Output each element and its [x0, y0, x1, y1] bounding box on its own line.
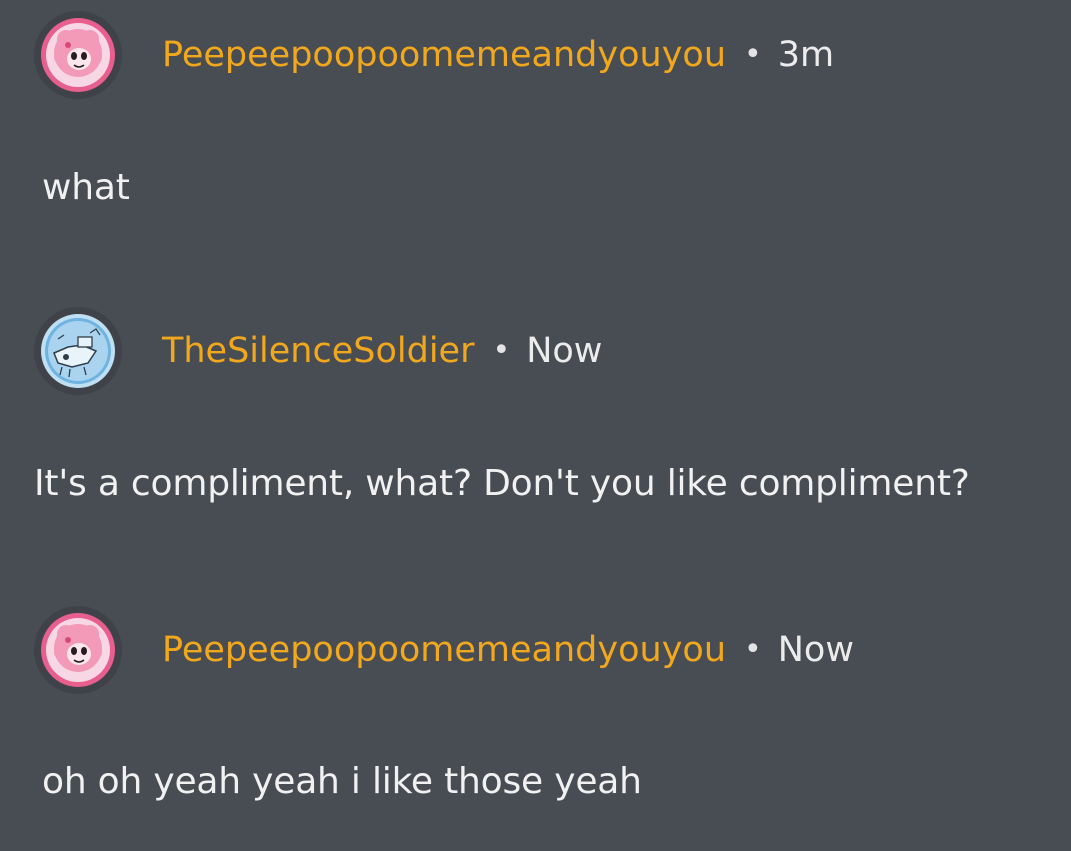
separator-dot: •: [744, 37, 762, 72]
comment-header: TheSilenceSoldier • Now: [34, 306, 602, 396]
comment-meta: Peepeepoopoomemeandyouyou • Now: [162, 629, 854, 671]
comment-text: oh oh yeah yeah i like those yeah: [42, 761, 642, 802]
comment-header: Peepeepoopoomemeandyouyou • Now: [34, 605, 854, 695]
username-link[interactable]: Peepeepoopoomemeandyouyou: [162, 629, 726, 671]
timestamp: Now: [777, 630, 854, 670]
comment-text: what: [42, 167, 130, 208]
timestamp: Now: [526, 331, 603, 371]
pink-character-avatar-icon: [41, 613, 115, 687]
pink-character-avatar-icon: [41, 18, 115, 92]
comment-text: It's a compliment, what? Don't you like …: [34, 463, 970, 504]
comment-header: Peepeepoopoomemeandyouyou • 3m: [34, 10, 834, 100]
separator-dot: •: [744, 632, 762, 667]
username-link[interactable]: TheSilenceSoldier: [162, 330, 474, 372]
timestamp: 3m: [777, 35, 835, 75]
blue-sketch-avatar-icon: [41, 314, 115, 388]
comment-meta: TheSilenceSoldier • Now: [162, 330, 602, 372]
avatar[interactable]: [34, 11, 122, 99]
comment-meta: Peepeepoopoomemeandyouyou • 3m: [162, 34, 834, 76]
separator-dot: •: [492, 333, 511, 368]
avatar[interactable]: [34, 307, 122, 395]
avatar[interactable]: [34, 606, 122, 694]
username-link[interactable]: Peepeepoopoomemeandyouyou: [162, 34, 726, 76]
